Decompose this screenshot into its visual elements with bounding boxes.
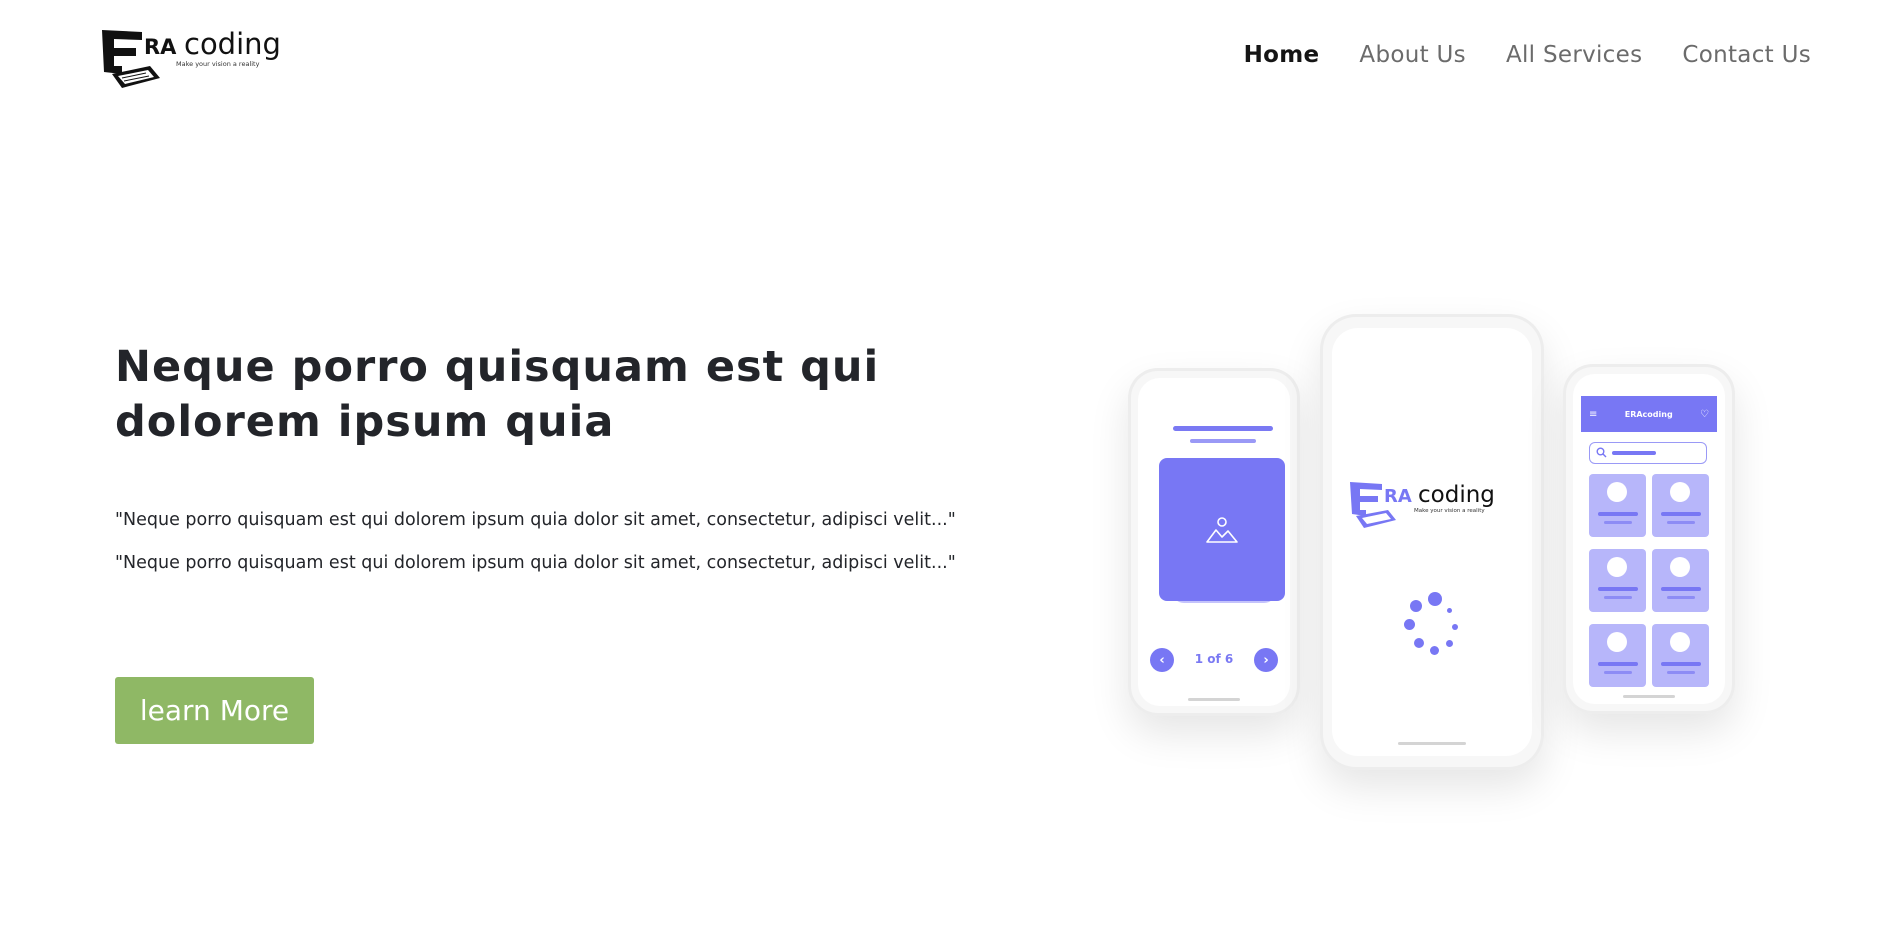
hero-paragraph-1: "Neque porro quisquam est qui dolorem ip… [115,510,956,530]
phone-screen-right: ≡ ERAcoding ♡ [1573,374,1725,704]
logo-brand-text: coding [184,27,281,61]
hero-paragraph-2: "Neque porro quisquam est qui dolorem ip… [115,553,956,573]
menu-icon[interactable]: ≡ [1589,409,1597,420]
phone-screen-left: ‹ 1 of 6 › [1138,378,1290,706]
phone-screen-center: RA coding Make your vision a reality [1332,328,1532,756]
product-grid [1589,474,1709,687]
nav-all-services[interactable]: All Services [1506,42,1642,68]
grid-tile[interactable] [1652,624,1709,687]
grid-tile[interactable] [1589,624,1646,687]
heart-icon[interactable]: ♡ [1700,409,1709,420]
app-bar-logo: ERAcoding [1624,409,1673,419]
hero-title: Neque porro quisquam est qui dolorem ips… [115,342,880,447]
splash-accent-text: RA [1384,486,1412,507]
home-indicator [1188,698,1240,701]
phone-mockup-right: ≡ ERAcoding ♡ [1563,364,1735,714]
screen-subtitle-line [1190,439,1256,443]
nav-contact-us[interactable]: Contact Us [1682,42,1811,68]
grid-tile[interactable] [1652,549,1709,612]
grid-tile[interactable] [1652,474,1709,537]
phone-mockup-center: RA coding Make your vision a reality [1320,314,1544,770]
home-indicator [1623,695,1675,698]
search-input[interactable] [1589,442,1707,464]
chevron-right-icon[interactable]: › [1254,648,1278,672]
nav-home[interactable]: Home [1244,42,1320,68]
learn-more-button[interactable]: learn More [115,677,314,744]
splash-brand-text: coding [1418,482,1495,508]
grid-tile[interactable] [1589,549,1646,612]
logo-tagline: Make your vision a reality [176,60,260,68]
app-top-bar: ≡ ERAcoding ♡ [1581,396,1717,432]
phone-mockup-left: ‹ 1 of 6 › [1128,368,1300,716]
laptop-logo-icon: RA coding Make your vision a reality [102,27,281,88]
app-splash-logo: RA coding Make your vision a reality [1350,482,1495,528]
logo-accent-text: RA [144,35,177,59]
nav-about-us[interactable]: About Us [1359,42,1466,68]
search-icon [1596,447,1607,458]
screen-title-line [1173,426,1273,431]
splash-tagline: Make your vision a reality [1414,508,1485,514]
landing-page: RA coding Make your vision a reality Hom… [0,0,1903,947]
grid-tile[interactable] [1589,474,1646,537]
image-card [1159,458,1285,601]
home-indicator [1398,742,1466,745]
site-logo[interactable]: RA coding Make your vision a reality [98,26,298,92]
image-placeholder-icon [1206,516,1238,543]
main-nav: Home About Us All Services Contact Us [1244,42,1811,68]
